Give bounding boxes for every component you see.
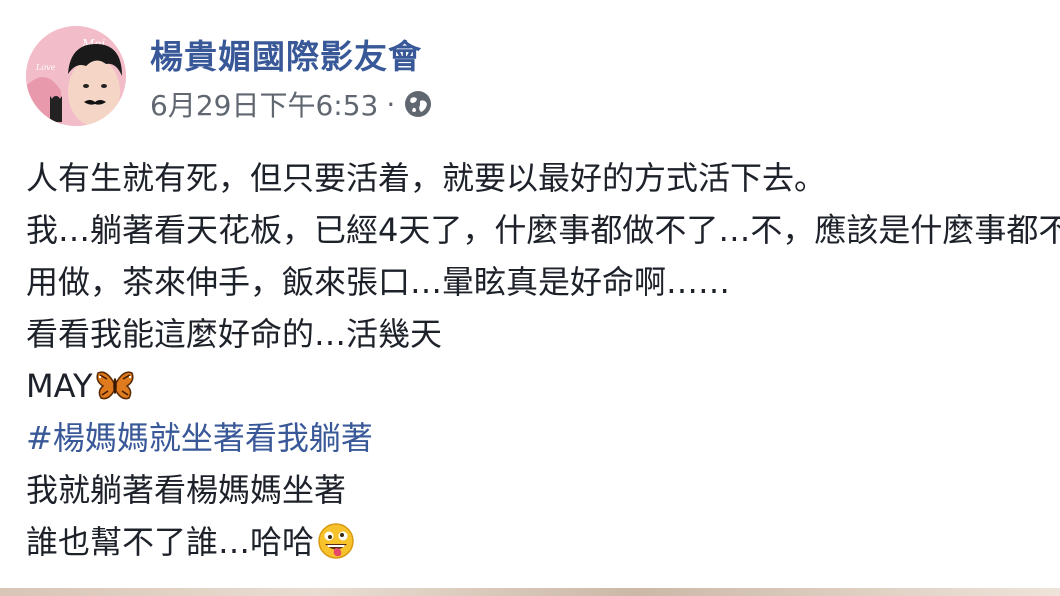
facebook-post: Mei Love 楊貴媚國際影友會 6月29日下午6:53 · 人有生就有死，但… [0,0,1060,596]
post-text-line-3: 用做，茶來伸手，飯來張口…暈眩真是好命啊…… [26,263,731,301]
avatar-illustration: Mei Love [26,26,126,126]
post-meta: 6月29日下午6:53 · [150,84,433,124]
post-closing-line: 誰也幫不了誰…哈哈 [26,516,1060,568]
meta-separator: · [386,87,396,121]
post-body: 人有生就有死，但只要活着，就要以最好的方式活下去。 我…躺著看天花板，已經4天了… [26,152,1060,568]
post-text-line-1: 人有生就有死，但只要活着，就要以最好的方式活下去。 [26,159,827,197]
post-timestamp[interactable]: 6月29日下午6:53 [150,84,378,124]
post-text-line-2: 我…躺著看天花板，已經4天了，什麼事都做不了…不，應該是什麼事都不 [26,211,1060,249]
hashtag-link[interactable]: #楊媽媽就坐著看我躺著 [26,419,373,457]
image-preview-edge [0,588,1060,596]
grinning-tongue-emoji-icon [316,521,356,561]
post-text-line-4: 看看我能這麼好命的…活幾天 [26,315,443,353]
globe-icon[interactable] [403,89,433,119]
post-signature-line: MAY [26,360,1060,412]
page-name-link[interactable]: 楊貴媚國際影友會 [150,30,422,78]
page-avatar[interactable]: Mei Love [26,26,126,126]
signature-text: MAY [26,367,93,405]
hashtag-line: #楊媽媽就坐著看我躺著 [26,412,1060,464]
butterfly-icon [95,365,135,405]
closing-text: 誰也幫不了誰…哈哈 [26,523,315,561]
post-text-line-7: 我就躺著看楊媽媽坐著 [26,471,347,509]
post-header: Mei Love 楊貴媚國際影友會 6月29日下午6:53 · [26,24,926,128]
svg-text:Love: Love [35,63,56,72]
